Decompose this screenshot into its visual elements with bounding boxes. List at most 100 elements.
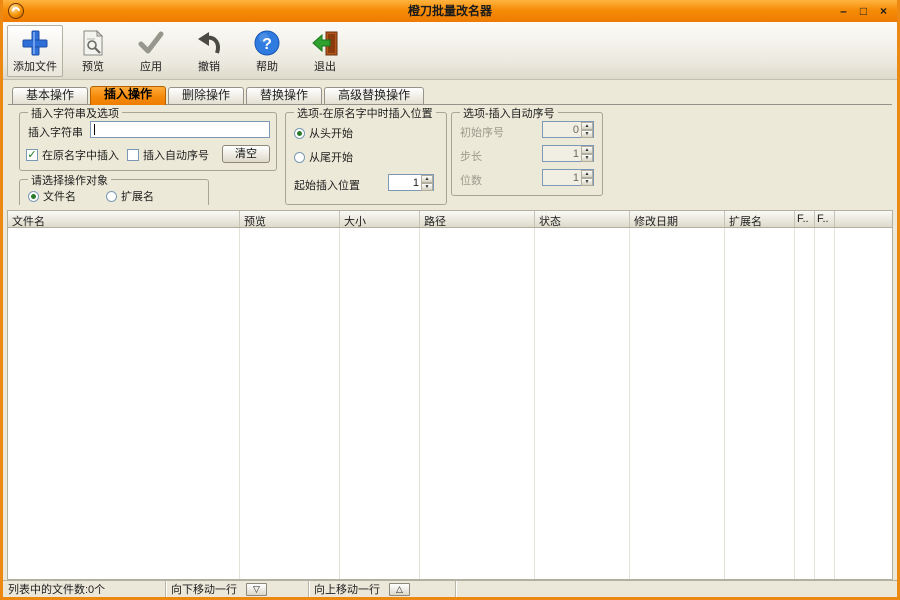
- column-size: [340, 228, 420, 579]
- apply-icon: [138, 28, 164, 58]
- column-header-modified-date[interactable]: 修改日期: [630, 211, 725, 227]
- tab-replace-operation[interactable]: 替换操作: [246, 87, 323, 104]
- spin-down-icon[interactable]: ▼: [581, 178, 593, 186]
- insert-string-group-title: 插入字符串及选项: [28, 105, 122, 121]
- minimize-button[interactable]: –: [835, 3, 852, 19]
- window-title: 橙刀批量改名器: [407, 4, 492, 18]
- titlebar[interactable]: 橙刀批量改名器 – □ ×: [3, 0, 897, 22]
- column-f1: [795, 228, 815, 579]
- insert-string-label: 插入字符串: [28, 127, 83, 139]
- spin-up-icon[interactable]: ▲: [421, 175, 433, 183]
- move-down-button[interactable]: ▽: [246, 582, 267, 596]
- preview-button[interactable]: 预览: [65, 25, 121, 77]
- file-list-header: 文件名 预览 大小 路径 状态 修改日期 扩展名 F.. F..: [7, 210, 893, 228]
- checkbox-insert-in-original-name[interactable]: ✓: [26, 149, 38, 161]
- auto-number-group-title: 选项-插入自动序号: [460, 105, 558, 121]
- column-modified-date: [630, 228, 725, 579]
- step-label: 步长: [460, 151, 482, 163]
- column-filler: [835, 228, 892, 579]
- app-logo-icon: [8, 3, 24, 19]
- add-files-label: 添加文件: [13, 61, 57, 73]
- tab-advanced-replace-operation[interactable]: 高级替换操作: [324, 87, 425, 104]
- move-up-text: 向上移动一行: [314, 584, 380, 596]
- radio-from-end[interactable]: [294, 151, 305, 163]
- tab-basic-operation[interactable]: 基本操作: [12, 87, 89, 104]
- logo-swirl: [10, 5, 22, 17]
- help-icon: ?: [254, 28, 280, 58]
- radio-filename[interactable]: [28, 190, 39, 202]
- preview-label: 预览: [82, 61, 104, 73]
- initial-number-spinner[interactable]: 0 ▲ ▼: [542, 121, 594, 138]
- operation-target-group: 请选择操作对象 文件名 扩展名: [19, 172, 209, 205]
- step-arrows: ▲ ▼: [581, 146, 593, 162]
- column-header-status[interactable]: 状态: [535, 211, 630, 227]
- spin-up-icon[interactable]: ▲: [581, 170, 593, 178]
- start-position-arrows: ▲ ▼: [421, 175, 433, 191]
- statusbar-move-down: 向下移动一行 ▽: [166, 581, 309, 597]
- start-position-spinner[interactable]: 1 ▲ ▼: [388, 174, 434, 191]
- statusbar-filler: [456, 581, 897, 597]
- spin-up-icon[interactable]: ▲: [581, 122, 593, 130]
- from-start-row: 从头开始: [294, 125, 353, 141]
- radio-from-start[interactable]: [294, 127, 305, 139]
- checkbox-insert-auto-number-label: 插入自动序号: [143, 150, 209, 162]
- tab-insert-operation[interactable]: 插入操作: [90, 86, 167, 105]
- help-button[interactable]: ? 帮助: [239, 25, 295, 77]
- insert-options-row: ✓ 在原名字中插入 插入自动序号: [26, 147, 209, 163]
- move-down-text: 向下移动一行: [171, 584, 237, 596]
- statusbar-move-up: 向上移动一行 △: [309, 581, 456, 597]
- add-file-icon: [22, 28, 48, 58]
- undo-button[interactable]: 撤销: [181, 25, 237, 77]
- insert-position-group: 选项-在原名字中时插入位置 从头开始 从尾开始 起始插入位置 1 ▲ ▼: [285, 105, 447, 205]
- statusbar-file-count: 列表中的文件数:0个: [3, 581, 166, 597]
- radio-extension[interactable]: [106, 190, 117, 202]
- digits-label: 位数: [460, 175, 482, 187]
- radio-from-end-label: 从尾开始: [309, 152, 353, 164]
- column-header-size[interactable]: 大小: [340, 211, 420, 227]
- maximize-button[interactable]: □: [855, 3, 872, 19]
- statusbar: 列表中的文件数:0个 向下移动一行 ▽ 向上移动一行 △: [3, 580, 897, 597]
- initial-number-value[interactable]: 0: [543, 122, 581, 137]
- digits-spinner[interactable]: 1 ▲ ▼: [542, 169, 594, 186]
- digits-arrows: ▲ ▼: [581, 170, 593, 186]
- step-value[interactable]: 1: [543, 146, 581, 161]
- radio-filename-label: 文件名: [43, 191, 76, 203]
- column-path: [420, 228, 535, 579]
- step-spinner[interactable]: 1 ▲ ▼: [542, 145, 594, 162]
- digits-value[interactable]: 1: [543, 170, 581, 185]
- window-controls: – □ ×: [835, 3, 892, 19]
- column-header-f2[interactable]: F..: [815, 211, 835, 227]
- text-caret: [94, 124, 95, 135]
- operation-target-row: 文件名 扩展名: [28, 188, 154, 204]
- column-header-path[interactable]: 路径: [420, 211, 535, 227]
- close-button[interactable]: ×: [875, 3, 892, 19]
- auto-number-group: 选项-插入自动序号 初始序号 0 ▲ ▼ 步长 1 ▲ ▼ 位数 1 ▲ ▼: [451, 105, 603, 196]
- column-extension: [725, 228, 795, 579]
- clear-button[interactable]: 清空: [222, 145, 270, 163]
- column-filename: [8, 228, 240, 579]
- add-files-button[interactable]: 添加文件: [7, 25, 63, 77]
- column-header-filename[interactable]: 文件名: [8, 211, 240, 227]
- radio-extension-label: 扩展名: [121, 191, 154, 203]
- tab-delete-operation[interactable]: 删除操作: [168, 87, 245, 104]
- column-f2: [815, 228, 835, 579]
- column-header-f1[interactable]: F..: [795, 211, 815, 227]
- start-position-value[interactable]: 1: [389, 175, 421, 190]
- initial-number-arrows: ▲ ▼: [581, 122, 593, 138]
- exit-icon: [311, 28, 339, 58]
- column-preview: [240, 228, 340, 579]
- column-header-preview[interactable]: 预览: [240, 211, 340, 227]
- checkbox-insert-auto-number[interactable]: [127, 149, 139, 161]
- exit-button[interactable]: 退出: [297, 25, 353, 77]
- radio-from-start-label: 从头开始: [309, 128, 353, 140]
- move-up-button[interactable]: △: [389, 582, 410, 596]
- spin-down-icon[interactable]: ▼: [581, 130, 593, 138]
- spin-up-icon[interactable]: ▲: [581, 146, 593, 154]
- insert-string-input[interactable]: [90, 121, 270, 138]
- apply-button[interactable]: 应用: [123, 25, 179, 77]
- spin-down-icon[interactable]: ▼: [421, 183, 433, 191]
- operation-tabbar: 基本操作 插入操作 删除操作 替换操作 高级替换操作: [8, 86, 892, 105]
- file-list-body[interactable]: [7, 228, 893, 580]
- spin-down-icon[interactable]: ▼: [581, 154, 593, 162]
- column-header-extension[interactable]: 扩展名: [725, 211, 795, 227]
